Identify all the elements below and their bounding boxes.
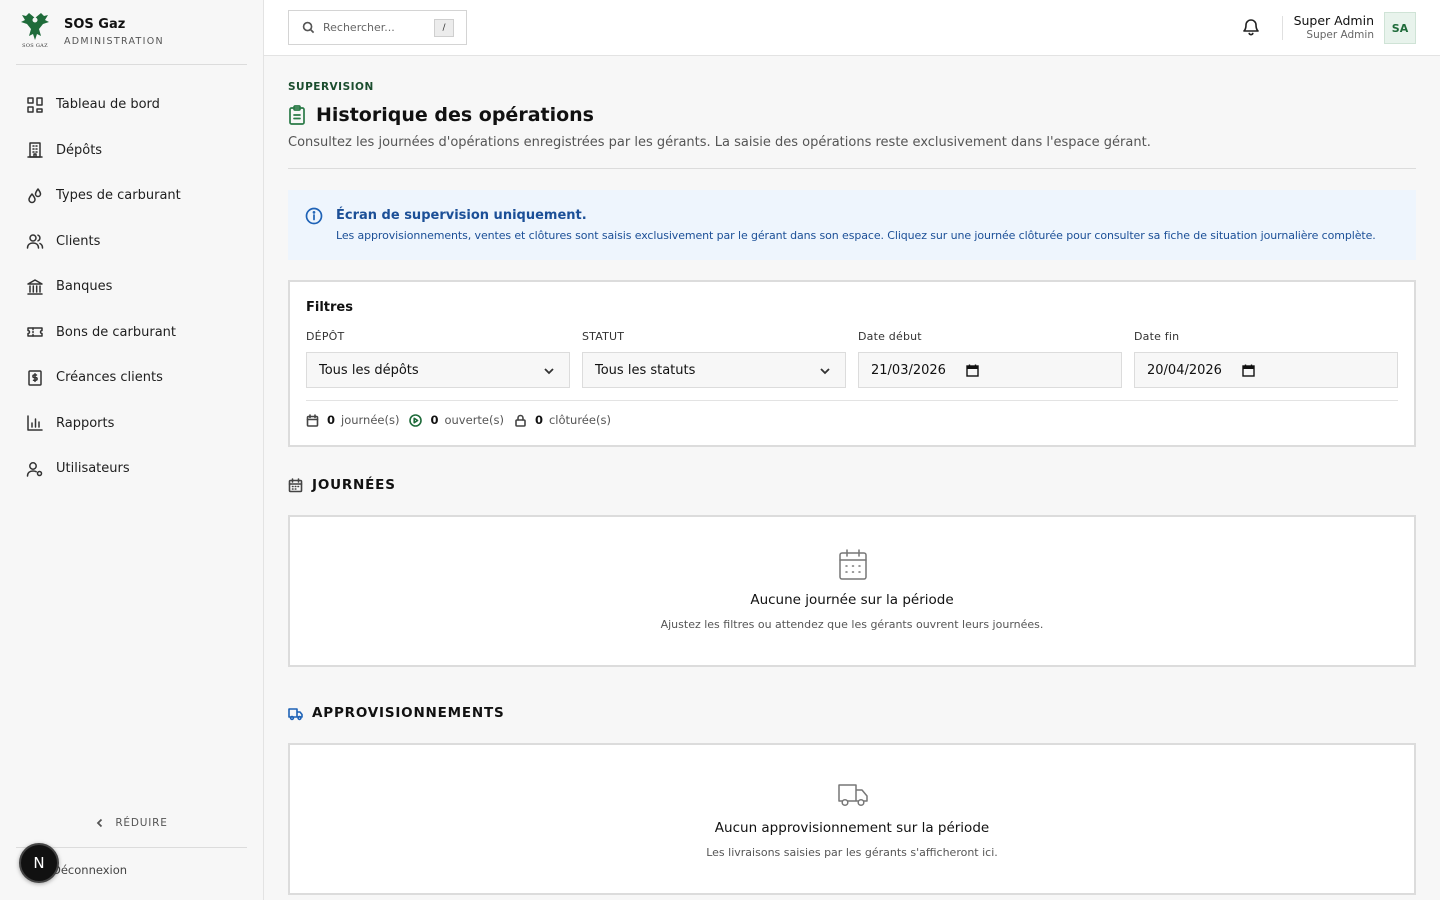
search-icon: [302, 21, 315, 34]
start-date-label: Date début: [858, 330, 922, 343]
sidebar-item-label: Clients: [56, 233, 101, 249]
sidebar-item-dashboard[interactable]: Tableau de bord: [16, 82, 247, 128]
calendar-icon: [306, 413, 319, 427]
sidebar-nav: Tableau de bord Dépôts Types de carburan…: [16, 82, 247, 492]
search-box[interactable]: /: [288, 10, 467, 45]
sidebar-item-label: Créances clients: [56, 370, 163, 386]
days-section-header: JOURNÉES: [288, 477, 396, 493]
user-role: Super Admin: [1306, 29, 1374, 41]
sidebar-item-label: Banques: [56, 279, 113, 295]
sidebar-item-label: Rapports: [56, 415, 115, 431]
bell-icon: [1243, 19, 1259, 36]
ticket-icon: [27, 327, 43, 337]
divider: [288, 168, 1416, 169]
end-date-input[interactable]: 20/04/2026: [1134, 352, 1398, 388]
play-circle-icon: [409, 413, 423, 427]
chevron-down-icon: [820, 368, 830, 375]
avatar[interactable]: SA: [1384, 12, 1416, 44]
page-eyebrow: SUPERVISION: [288, 81, 374, 93]
count-days: 0 journée(s): [306, 413, 399, 427]
divider: [1282, 16, 1283, 40]
sidebar-item-reports[interactable]: Rapports: [16, 401, 247, 447]
count-open: 0 ouverte(s): [409, 413, 504, 427]
sidebar-item-label: Dépôts: [56, 142, 103, 158]
sidebar-item-depots[interactable]: Dépôts: [16, 128, 247, 174]
users-icon: [26, 234, 44, 249]
collapse-sidebar-button[interactable]: RÉDUIRE: [16, 812, 247, 834]
dev-tools-bubble[interactable]: N: [19, 843, 59, 883]
receipt-icon: [28, 370, 42, 386]
search-input[interactable]: [323, 21, 423, 34]
supplies-empty-state: Aucun approvisionnement sur la période L…: [288, 743, 1416, 895]
empty-text: Les livraisons saisies par les gérants s…: [706, 846, 998, 859]
sidebar-item-receivables[interactable]: Créances clients: [16, 355, 247, 401]
truck-icon: [288, 707, 303, 720]
depot-select[interactable]: Tous les dépôts: [306, 352, 570, 388]
bank-icon: [27, 279, 43, 295]
sidebar-item-label: Tableau de bord: [56, 97, 160, 113]
page-description: Consultez les journées d'opérations enre…: [288, 135, 1151, 150]
empty-title: Aucune journée sur la période: [750, 592, 954, 608]
start-date-filter: Date début 21/03/2026: [858, 330, 1122, 388]
notifications-button[interactable]: [1241, 17, 1263, 39]
sidebar-item-clients[interactable]: Clients: [16, 219, 247, 265]
sidebar-item-label: Bons de carburant: [56, 324, 176, 340]
sidebar: SOS GAZ SOS Gaz ADMINISTRATION Tableau d…: [0, 0, 264, 900]
user-name: Super Admin: [1293, 13, 1374, 28]
info-banner: Écran de supervision uniquement. Les app…: [288, 190, 1416, 260]
depot-label: DÉPÔT: [306, 330, 345, 343]
divider: [306, 400, 1398, 401]
user-cog-icon: [26, 461, 43, 477]
end-date-label: Date fin: [1134, 330, 1180, 343]
user-menu[interactable]: Super Admin Super Admin: [1294, 13, 1374, 41]
brand-subtitle: ADMINISTRATION: [64, 36, 164, 47]
info-icon: [305, 207, 323, 225]
search-shortcut-hint: /: [434, 19, 454, 37]
eagle-logo-icon: SOS GAZ: [18, 12, 52, 52]
page-title: Historique des opérations: [288, 104, 594, 126]
sidebar-item-banks[interactable]: Banques: [16, 264, 247, 310]
info-title: Écran de supervision uniquement.: [336, 208, 587, 223]
lock-icon: [515, 414, 526, 427]
empty-text: Ajustez les filtres ou attendez que les …: [660, 618, 1044, 631]
logout-button[interactable]: Déconnexion: [52, 863, 127, 877]
empty-title: Aucun approvisionnement sur la période: [714, 820, 990, 836]
end-date-filter: Date fin 20/04/2026: [1134, 330, 1398, 388]
truck-icon: [838, 784, 868, 807]
filters-panel: Filtres DÉPÔT Tous les dépôts STATUT Tou…: [288, 280, 1416, 447]
brand-name: SOS Gaz: [64, 17, 126, 32]
calendar-icon[interactable]: [966, 364, 979, 377]
supplies-section-header: APPROVISIONNEMENTS: [288, 705, 505, 721]
building-icon: [27, 142, 43, 158]
sidebar-item-label: Types de carburant: [56, 188, 181, 204]
sidebar-item-fuel-types[interactable]: Types de carburant: [16, 173, 247, 219]
sidebar-item-label: Utilisateurs: [56, 461, 130, 477]
bar-chart-icon: [27, 415, 43, 431]
start-date-input[interactable]: 21/03/2026: [858, 352, 1122, 388]
days-empty-state: Aucune journée sur la période Ajustez le…: [288, 515, 1416, 667]
chevron-left-icon: [97, 818, 103, 828]
brand[interactable]: SOS GAZ SOS Gaz ADMINISTRATION: [16, 0, 247, 65]
status-select[interactable]: Tous les statuts: [582, 352, 846, 388]
grid-icon: [27, 97, 43, 113]
info-text: Les approvisionnements, ventes et clôtur…: [336, 229, 1376, 242]
chevron-down-icon: [544, 368, 554, 375]
summary-counts: 0 journée(s) 0 ouverte(s) 0 clôturée(s): [306, 413, 621, 427]
calendar-icon: [288, 477, 303, 492]
filters-title: Filtres: [306, 300, 353, 315]
sidebar-item-users[interactable]: Utilisateurs: [16, 446, 247, 492]
count-closed: 0 clôturée(s): [514, 413, 611, 427]
sidebar-item-fuel-vouchers[interactable]: Bons de carburant: [16, 310, 247, 356]
clipboard-list-icon: [289, 105, 305, 125]
depot-filter: DÉPÔT Tous les dépôts: [306, 330, 570, 388]
calendar-icon: [839, 549, 867, 580]
page-heading: Historique des opérations: [316, 104, 594, 126]
calendar-icon[interactable]: [1242, 364, 1255, 377]
status-label: STATUT: [582, 330, 625, 343]
drops-icon: [28, 188, 42, 203]
topbar: / Super Admin Super Admin SA: [264, 0, 1440, 56]
status-filter: STATUT Tous les statuts: [582, 330, 846, 388]
